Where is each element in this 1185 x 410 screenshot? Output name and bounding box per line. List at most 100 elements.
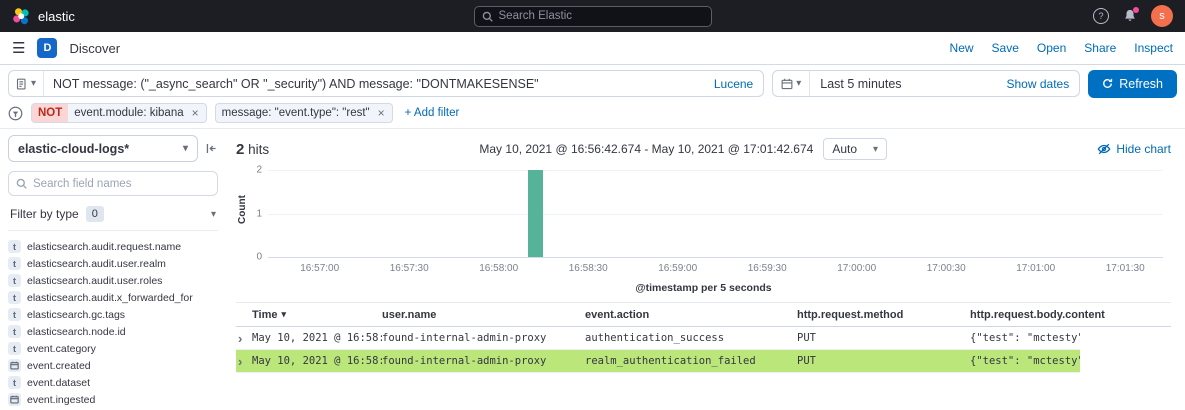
filter-by-type[interactable]: Filter by type 0 ▾ (8, 204, 218, 231)
sort-desc-icon: ▾ (281, 309, 286, 320)
cell-user-name: found-internal-admin-proxy (382, 332, 585, 344)
hide-chart-button[interactable]: Hide chart (1097, 142, 1171, 156)
close-icon[interactable]: × (190, 106, 206, 120)
field-list-item[interactable]: tevent.dataset (8, 376, 218, 389)
filter-by-type-count: 0 (86, 206, 104, 222)
help-icon[interactable]: ? (1093, 8, 1109, 24)
global-search[interactable] (474, 6, 712, 27)
saved-query-icon (16, 78, 28, 90)
x-axis-tick-label: 16:59:30 (748, 263, 787, 274)
field-name: elasticsearch.audit.x_forwarded_for (27, 292, 193, 304)
chevron-down-icon: ▾ (211, 209, 216, 220)
global-search-input[interactable] (499, 10, 704, 22)
column-header-event-action[interactable]: event.action (585, 309, 797, 321)
close-icon[interactable]: × (376, 106, 392, 120)
field-list-item[interactable]: telasticsearch.gc.tags (8, 308, 218, 321)
eye-closed-icon (1097, 142, 1111, 156)
field-list-item[interactable]: telasticsearch.audit.request.name (8, 240, 218, 253)
string-field-icon: t (8, 325, 21, 338)
column-header-time[interactable]: Time▾ (252, 309, 382, 321)
cell-event-action: realm_authentication_failed (585, 355, 797, 367)
query-language-button[interactable]: Lucene (704, 77, 763, 91)
inspect-button[interactable]: Inspect (1134, 41, 1173, 55)
share-button[interactable]: Share (1084, 41, 1116, 55)
table-row: › May 10, 2021 @ 16:58:14.026 found-inte… (236, 327, 1080, 350)
field-name: event.dataset (27, 377, 90, 389)
field-name: event.category (27, 343, 96, 355)
x-axis-tick-label: 17:00:00 (837, 263, 876, 274)
y-axis-tick-label: 0 (256, 252, 262, 263)
elastic-brand[interactable]: elastic (12, 7, 75, 26)
menu-icon[interactable]: ☰ (12, 41, 25, 56)
user-avatar[interactable]: s (1151, 5, 1173, 27)
notification-badge (1133, 7, 1139, 13)
expand-row-icon[interactable]: › (236, 332, 252, 345)
field-search[interactable] (8, 171, 218, 196)
index-pattern-select[interactable]: elastic-cloud-logs* ▾ (8, 135, 198, 162)
notifications-button[interactable] (1123, 9, 1137, 23)
field-name: event.ingested (27, 394, 95, 406)
field-name: elasticsearch.audit.user.realm (27, 258, 166, 270)
top-nav-actions: New Save Open Share Inspect (950, 41, 1173, 55)
show-dates-button[interactable]: Show dates (997, 77, 1080, 91)
time-range-value[interactable]: Last 5 minutes (810, 77, 996, 91)
quick-select-button[interactable]: ▾ (773, 71, 810, 96)
column-header-http-request-body-content[interactable]: http.request.body.content (970, 309, 1171, 321)
hide-chart-label: Hide chart (1116, 142, 1171, 156)
index-pattern-label: elastic-cloud-logs* (18, 142, 129, 156)
field-list-item[interactable]: t event.category (8, 342, 218, 355)
field-list-item[interactable]: telasticsearch.audit.x_forwarded_for (8, 291, 218, 304)
field-list-item[interactable]: t elasticsearch.node.id (8, 325, 218, 338)
refresh-button[interactable]: Refresh (1088, 70, 1177, 98)
calendar-icon (8, 359, 21, 372)
column-header-http-request-method[interactable]: http.request.method (797, 309, 970, 321)
cell-user-name: found-internal-admin-proxy (382, 355, 585, 367)
string-field-icon: t (8, 342, 21, 355)
expand-row-icon[interactable]: › (236, 355, 252, 368)
filter-icon[interactable] (8, 106, 23, 121)
interval-select[interactable]: Auto ▾ (823, 138, 887, 160)
column-header-user-name[interactable]: user.name (382, 309, 585, 321)
documents-table: Time▾ user.name event.action http.reques… (236, 302, 1171, 373)
brand-label: elastic (38, 9, 75, 24)
field-name: elasticsearch.audit.request.name (27, 241, 181, 253)
filter-pill-negated[interactable]: NOT event.module: kibana × (31, 103, 207, 123)
filter-pill-label: event.module: kibana (68, 107, 189, 119)
string-field-icon: t (8, 274, 21, 287)
gridline (268, 214, 1163, 215)
query-input[interactable] (44, 77, 704, 91)
field-search-input[interactable] (33, 178, 210, 190)
table-row-highlighted: › May 10, 2021 @ 16:58:13.932 found-inte… (236, 350, 1080, 373)
new-button[interactable]: New (950, 41, 974, 55)
filter-negation-badge: NOT (32, 104, 68, 122)
breadcrumb[interactable]: Discover (69, 41, 120, 56)
table-header-row: Time▾ user.name event.action http.reques… (236, 303, 1171, 327)
x-axis-title: @timestamp per 5 seconds (635, 282, 771, 294)
cell-time: May 10, 2021 @ 16:58:14.026 (252, 332, 382, 344)
string-field-icon: t (8, 257, 21, 270)
x-axis-tick-label: 17:01:30 (1106, 263, 1145, 274)
x-axis-tick-label: 17:01:00 (1016, 263, 1055, 274)
collapse-sidebar-icon[interactable] (205, 142, 218, 155)
field-name: elasticsearch.audit.user.roles (27, 275, 162, 287)
saved-query-menu-button[interactable]: ▾ (9, 71, 44, 96)
x-axis-tick-label: 16:59:00 (658, 263, 697, 274)
histogram-bar[interactable] (528, 170, 543, 257)
save-button[interactable]: Save (992, 41, 1019, 55)
add-filter-button[interactable]: + Add filter (405, 107, 460, 119)
calendar-icon (781, 78, 793, 90)
field-list-item[interactable]: event.ingested (8, 393, 218, 406)
app-navbar: ☰ D Discover New Save Open Share Inspect (0, 32, 1185, 65)
cell-http-request-body-content: {"test": "mctesty"} (970, 332, 1080, 344)
filter-bar: NOT event.module: kibana × message: "eve… (0, 102, 1185, 129)
field-list-item[interactable]: t elasticsearch.audit.user.roles (8, 274, 218, 287)
filter-pill[interactable]: message: "event.type": "rest" × (215, 103, 393, 123)
field-name: elasticsearch.node.id (27, 326, 126, 338)
chevron-down-icon: ▾ (31, 78, 36, 89)
chevron-down-icon: ▾ (873, 144, 878, 155)
elastic-logo-icon (12, 7, 31, 26)
open-button[interactable]: Open (1037, 41, 1066, 55)
interval-value: Auto (832, 142, 857, 156)
field-list-item[interactable]: t elasticsearch.audit.user.realm (8, 257, 218, 270)
field-list-item[interactable]: event.created (8, 359, 218, 372)
